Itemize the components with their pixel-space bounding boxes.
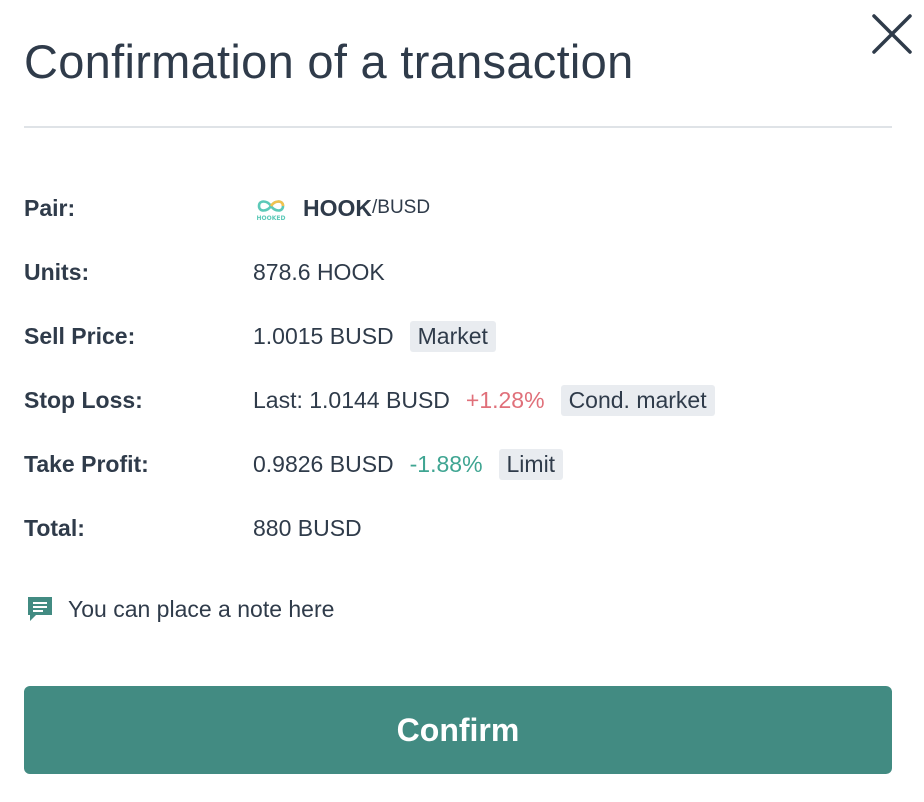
take-profit-row: Take Profit: 0.9826 BUSD -1.88% Limit xyxy=(24,446,564,482)
total-value: 880 BUSD xyxy=(253,514,362,541)
stop-loss-change: +1.28% xyxy=(465,386,545,413)
sell-price-value: 1.0015 BUSD Market xyxy=(253,320,496,352)
logo-wordmark: HOOKED xyxy=(257,215,286,222)
sell-price-row: Sell Price: 1.0015 BUSD Market xyxy=(24,318,496,354)
title-divider xyxy=(24,126,892,128)
note-text: You can place a note here xyxy=(68,595,335,622)
pair-quote: /BUSD xyxy=(372,197,431,218)
order-type-badge: Market xyxy=(409,320,496,352)
stop-loss-row: Stop Loss: Last: 1.0144 BUSD +1.28% Cond… xyxy=(24,382,715,418)
confirm-button[interactable]: Confirm xyxy=(24,686,892,774)
stop-loss-label: Stop Loss: xyxy=(24,386,143,413)
stop-loss-amount: Last: 1.0144 BUSD xyxy=(253,386,450,413)
confirmation-dialog: Confirmation of a transaction Pair: HOOK… xyxy=(0,0,924,802)
pair-row: Pair: HOOKED HOOK/BUSD xyxy=(24,190,430,226)
total-row: Total: 880 BUSD xyxy=(24,510,362,546)
comment-icon xyxy=(28,597,52,621)
dialog-title: Confirmation of a transaction xyxy=(24,35,634,88)
units-row: Units: 878.6 HOOK xyxy=(24,254,385,290)
units-value: 878.6 HOOK xyxy=(253,258,385,285)
total-label: Total: xyxy=(24,514,85,541)
take-profit-change: -1.88% xyxy=(409,450,483,477)
sell-price-label: Sell Price: xyxy=(24,322,136,349)
close-button[interactable] xyxy=(866,8,918,60)
stop-loss-type-badge: Cond. market xyxy=(560,384,715,416)
confirm-button-label: Confirm xyxy=(396,711,520,748)
stop-loss-value: Last: 1.0144 BUSD +1.28% Cond. market xyxy=(253,384,715,416)
take-profit-label: Take Profit: xyxy=(24,450,149,477)
take-profit-type-badge: Limit xyxy=(498,448,564,480)
sell-price-amount: 1.0015 BUSD xyxy=(253,322,394,349)
add-note-link[interactable]: You can place a note here xyxy=(24,592,334,626)
hook-token-logo: HOOKED xyxy=(253,190,289,226)
pair-base: HOOK xyxy=(303,194,372,221)
take-profit-amount: 0.9826 BUSD xyxy=(253,450,394,477)
pair-label: Pair: xyxy=(24,194,76,221)
close-icon xyxy=(872,14,912,54)
take-profit-value: 0.9826 BUSD -1.88% Limit xyxy=(253,448,564,480)
units-label: Units: xyxy=(24,258,90,285)
pair-value: HOOKED HOOK/BUSD xyxy=(253,190,431,226)
